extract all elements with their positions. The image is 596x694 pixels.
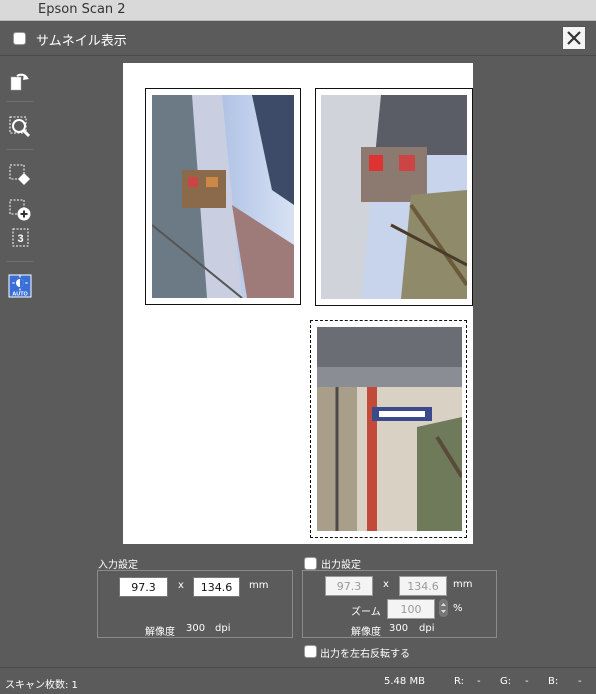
photo-1-image (152, 95, 294, 298)
status-bar: スキャン枚数: 1 5.48 MB R: - G: - B: - (0, 667, 596, 694)
top-toolbar: サムネイル表示 (0, 21, 596, 56)
input-width-field[interactable]: 97.3 (119, 577, 168, 597)
output-width-field[interactable]: 97.3 (325, 576, 373, 596)
output-times-sign: x (383, 579, 389, 590)
r-value: - (477, 676, 481, 687)
window-titlebar: Epson Scan 2 (0, 0, 596, 21)
close-icon (567, 31, 581, 45)
svg-text:AUTO: AUTO (12, 292, 28, 298)
input-settings-label: 入力設定 (98, 560, 138, 571)
photo-3-image (317, 327, 462, 531)
svg-text:3: 3 (17, 233, 23, 245)
output-resolution-value: 300 (389, 623, 409, 634)
input-unit: mm (249, 580, 269, 591)
thumbnail-checkbox[interactable] (13, 32, 26, 45)
r-label: R: (454, 676, 465, 687)
output-resolution-unit: dpi (419, 623, 435, 634)
copy-count-button[interactable]: 3 (6, 224, 34, 252)
tool-separator (6, 261, 34, 262)
input-resolution-label: 解像度 (145, 627, 175, 638)
g-label: G: (500, 676, 512, 687)
auto-exposure-button[interactable]: AUTO (6, 272, 34, 300)
erase-selection-button[interactable] (6, 161, 34, 189)
input-settings-group: 97.3 x 134.6 mm 解像度 300 dpi (97, 570, 293, 638)
b-value: - (578, 676, 582, 687)
output-resolution-label: 解像度 (351, 627, 381, 638)
auto-exposure-icon: AUTO (8, 274, 32, 298)
output-settings-label: 出力設定 (321, 560, 361, 571)
zoom-icon (9, 116, 31, 138)
zoom-unit: % (453, 603, 463, 614)
input-resolution-unit: dpi (215, 623, 231, 634)
flip-checkbox[interactable] (304, 645, 317, 658)
output-unit: mm (453, 579, 473, 590)
scan-preview[interactable] (123, 63, 473, 544)
rotate-button[interactable] (6, 66, 34, 94)
input-height-field[interactable]: 134.6 (193, 577, 240, 597)
stepper-arrows-icon (441, 603, 446, 613)
window-title: Epson Scan 2 (38, 2, 126, 17)
g-value: - (525, 676, 529, 687)
copy-count-icon: 3 (12, 228, 29, 247)
output-settings-checkbox[interactable] (304, 557, 317, 570)
output-settings-group: 97.3 x 134.6 mm ズーム 100 % 解像度 300 dpi (302, 570, 497, 638)
output-height-field[interactable]: 134.6 (399, 576, 447, 596)
tool-separator (6, 101, 34, 102)
zoom-button[interactable] (6, 113, 34, 141)
rotate-icon (10, 73, 29, 91)
preview-photo-3-selection[interactable] (310, 320, 467, 538)
preview-photo-1[interactable] (145, 88, 301, 305)
image-size: 5.48 MB (384, 676, 425, 687)
scan-count: スキャン枚数: 1 (5, 680, 78, 691)
b-label: B: (548, 676, 559, 687)
preview-photo-2[interactable] (315, 88, 473, 306)
flip-label: 出力を左右反転する (320, 649, 410, 660)
input-resolution-value: 300 (186, 623, 206, 634)
erase-selection-icon (9, 164, 30, 185)
photo-2-image (321, 95, 467, 299)
zoom-label: ズーム (351, 607, 381, 618)
tool-column: 3 AUTO (0, 56, 40, 336)
add-selection-icon (9, 199, 31, 221)
zoom-stepper[interactable] (439, 599, 448, 617)
add-selection-button[interactable] (6, 196, 34, 224)
tool-separator (6, 149, 34, 150)
thumbnail-label: サムネイル表示 (36, 34, 127, 49)
close-button[interactable] (562, 26, 586, 50)
zoom-field[interactable]: 100 (387, 599, 435, 619)
input-times-sign: x (178, 580, 184, 591)
